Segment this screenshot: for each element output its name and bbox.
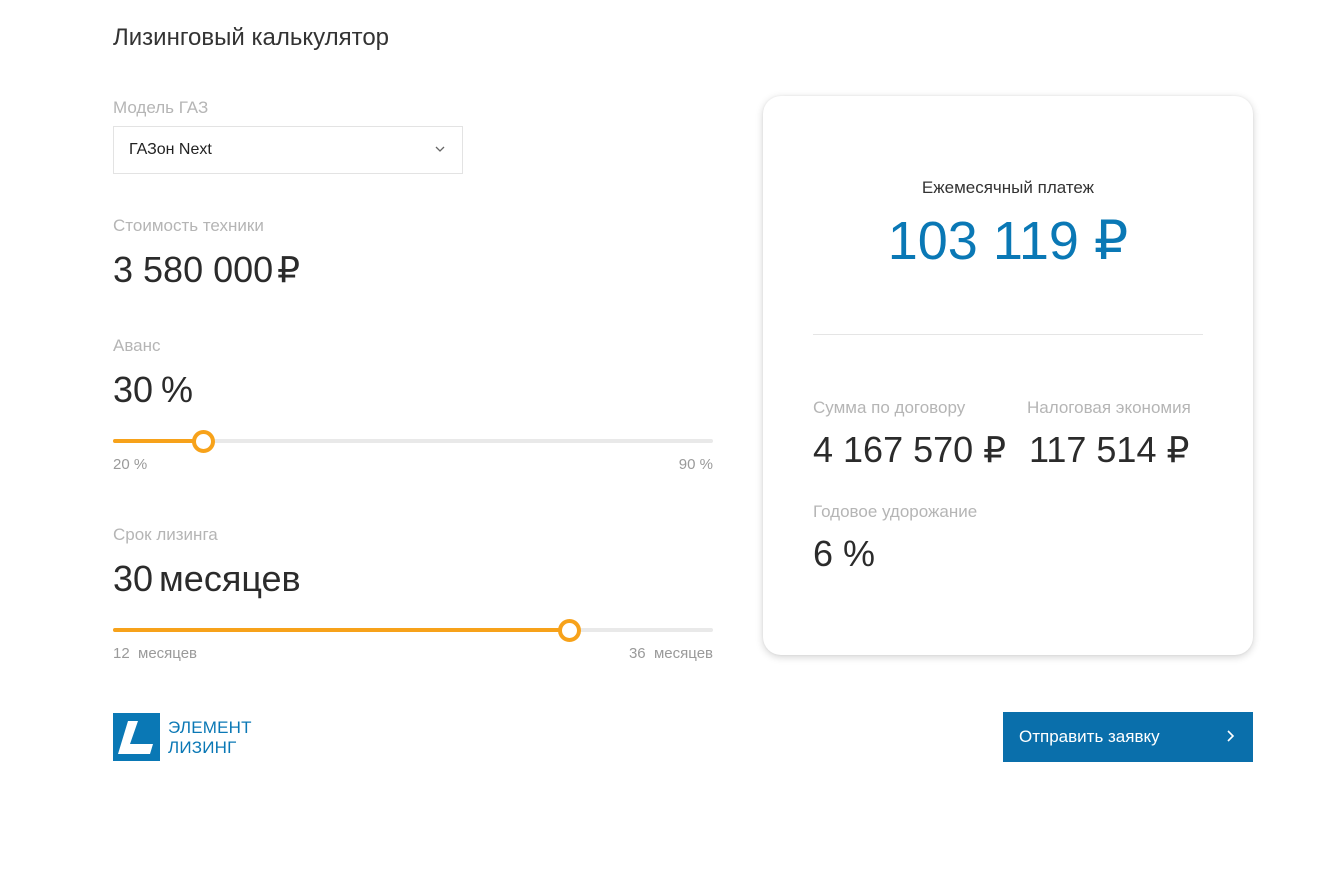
annual-increase-label: Годовое удорожание bbox=[813, 502, 978, 521]
annual-increase-value: 6 % bbox=[813, 533, 876, 574]
advance-min-label: 20 % bbox=[113, 456, 148, 473]
submit-request-label: Отправить заявку bbox=[1019, 727, 1160, 746]
logo-text-line2: ЛИЗИНГ bbox=[168, 738, 237, 757]
advance-value: 30% bbox=[113, 369, 193, 411]
monthly-payment-value: 103 119 ₽ bbox=[887, 211, 1129, 271]
result-card: Ежемесячный платеж 103 119 ₽ Сумма по до… bbox=[763, 96, 1253, 655]
tax-saving-value: 117 514 ₽ bbox=[1029, 429, 1190, 470]
logo-text-line1: ЭЛЕМЕНТ bbox=[168, 718, 252, 737]
cost-currency: ₽ bbox=[277, 249, 301, 290]
contract-sum-label: Сумма по договору bbox=[813, 398, 966, 417]
term-slider-thumb[interactable] bbox=[558, 619, 581, 642]
page-title: Лизинговый калькулятор bbox=[113, 24, 390, 51]
submit-request-button[interactable]: Отправить заявку bbox=[1003, 712, 1253, 762]
cost-amount: 3 580 000 bbox=[113, 249, 274, 290]
advance-slider-fill bbox=[113, 439, 203, 443]
model-select-value: ГАЗон Next bbox=[129, 141, 212, 158]
logo-mark-icon bbox=[113, 713, 160, 761]
tax-saving-label: Налоговая экономия bbox=[1027, 398, 1191, 417]
monthly-payment-label: Ежемесячный платеж bbox=[921, 178, 1095, 197]
term-amount: 30 bbox=[113, 558, 154, 599]
element-leasing-logo[interactable]: ЭЛЕМЕНТ ЛИЗИНГ bbox=[113, 713, 253, 763]
logo-text: ЭЛЕМЕНТ ЛИЗИНГ bbox=[168, 718, 252, 758]
chevron-down-icon bbox=[435, 146, 445, 152]
advance-amount: 30 bbox=[113, 369, 154, 410]
cost-label: Стоимость техники bbox=[113, 216, 264, 235]
term-unit: месяцев bbox=[159, 558, 301, 599]
term-slider[interactable] bbox=[113, 618, 713, 642]
advance-max-label: 90 % bbox=[678, 456, 713, 473]
model-select[interactable]: ГАЗон Next bbox=[113, 126, 463, 174]
chevron-right-icon bbox=[1227, 730, 1235, 742]
term-slider-fill bbox=[113, 628, 569, 632]
cost-value: 3 580 000 ₽ bbox=[113, 249, 300, 291]
term-value: 30 месяцев bbox=[113, 558, 301, 600]
advance-slider[interactable] bbox=[113, 429, 713, 453]
term-label: Срок лизинга bbox=[113, 525, 218, 544]
advance-label: Аванс bbox=[113, 336, 161, 355]
divider bbox=[813, 334, 1203, 335]
term-min-label: 12 месяцев bbox=[113, 645, 198, 662]
advance-slider-thumb[interactable] bbox=[192, 430, 215, 453]
term-max-label: 36 месяцев bbox=[628, 645, 713, 662]
advance-unit: % bbox=[161, 369, 194, 410]
contract-sum-value: 4 167 570 ₽ bbox=[813, 429, 1007, 470]
model-label: Модель ГАЗ bbox=[113, 98, 209, 117]
